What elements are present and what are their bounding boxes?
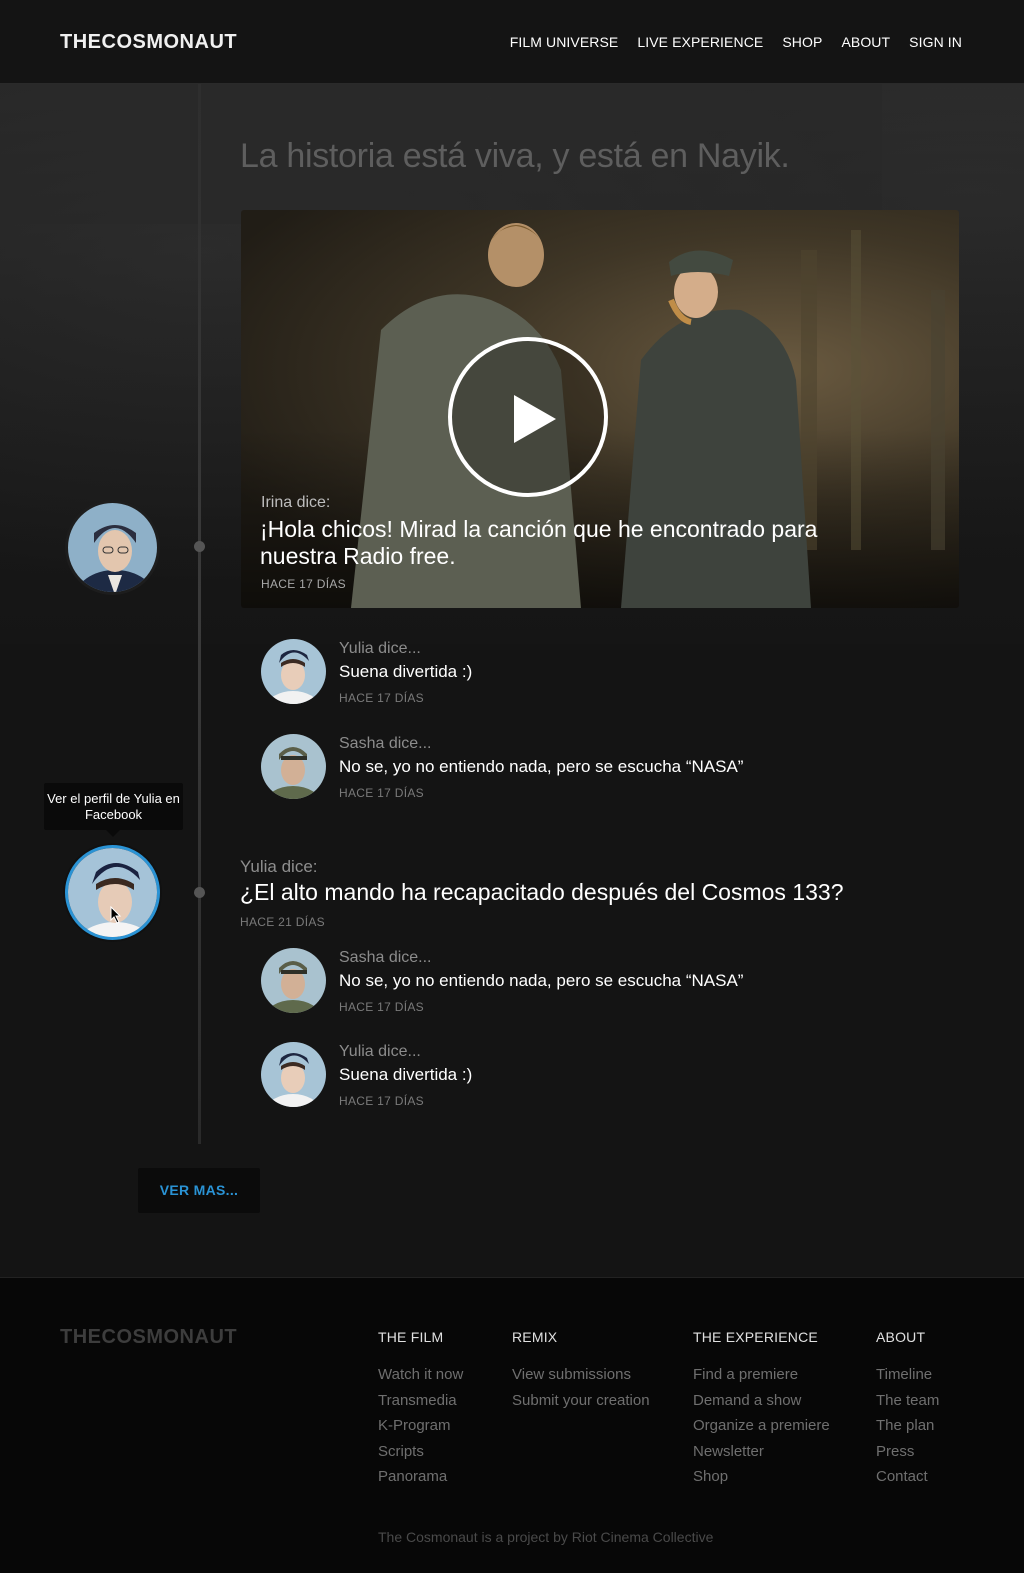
footer-column-about: ABOUT Timeline The team The plan Press C… <box>876 1329 939 1490</box>
comment-author: Sasha dice... <box>339 949 432 966</box>
avatar-yulia-large[interactable] <box>65 845 160 940</box>
avatar-irina[interactable] <box>65 500 160 595</box>
play-icon <box>514 395 556 443</box>
footer-link[interactable]: Transmedia <box>378 1388 463 1414</box>
avatar-image <box>68 848 157 937</box>
comment-timestamp: HACE 17 DÍAS <box>339 691 424 705</box>
post-timestamp: HACE 21 DÍAS <box>240 915 325 929</box>
timeline-dot <box>194 887 205 898</box>
footer-link[interactable]: Scripts <box>378 1439 463 1465</box>
avatar-yulia[interactable] <box>261 1042 326 1107</box>
footer-link[interactable]: Watch it now <box>378 1362 463 1388</box>
footer-link[interactable]: Contact <box>876 1464 939 1490</box>
footer-credit: The Cosmonaut is a project by Riot Cinem… <box>378 1529 714 1545</box>
footer-link[interactable]: The team <box>876 1388 939 1414</box>
footer-logo[interactable]: THECOSMONAUT <box>60 1326 237 1349</box>
play-button[interactable] <box>448 337 608 497</box>
post-timestamp: HACE 17 DÍAS <box>261 577 346 591</box>
comment-author: Yulia dice... <box>339 640 421 657</box>
avatar-yulia[interactable] <box>261 639 326 704</box>
facebook-profile-tooltip: Ver el perfil de Yulia en Facebook <box>44 783 183 837</box>
avatar-image <box>261 639 326 704</box>
footer-link[interactable]: Shop <box>693 1464 830 1490</box>
avatar-sasha[interactable] <box>261 734 326 799</box>
nav-shop[interactable]: SHOP <box>782 34 822 50</box>
footer-column-heading: THE EXPERIENCE <box>693 1329 818 1345</box>
comment-item: Yulia dice... Suena divertida :) HACE 17… <box>261 1042 901 1112</box>
comment-item: Yulia dice... Suena divertida :) HACE 17… <box>261 639 901 709</box>
footer-link[interactable]: Organize a premiere <box>693 1413 830 1439</box>
post-message: ¿El alto mando ha recapacitado después d… <box>240 879 844 905</box>
comment-item: Sasha dice... No se, yo no entiendo nada… <box>261 948 901 1018</box>
footer-column-the-experience: THE EXPERIENCE Find a premiere Demand a … <box>693 1329 830 1490</box>
site-logo[interactable]: THECOSMONAUT <box>60 31 237 54</box>
comment-item: Sasha dice... No se, yo no entiendo nada… <box>261 734 901 804</box>
footer-link[interactable]: Find a premiere <box>693 1362 830 1388</box>
site-header: THECOSMONAUT FILM UNIVERSE LIVE EXPERIEN… <box>0 0 1024 84</box>
footer-link[interactable]: Submit your creation <box>512 1388 650 1414</box>
comment-timestamp: HACE 17 DÍAS <box>339 1094 424 1108</box>
footer-column-heading: THE FILM <box>378 1329 444 1345</box>
post-message: ¡Hola chicos! Mirad la canción que he en… <box>260 516 818 569</box>
comment-text: Suena divertida :) <box>339 662 473 681</box>
avatar-image <box>261 734 326 799</box>
main-nav: FILM UNIVERSE LIVE EXPERIENCE SHOP ABOUT… <box>510 34 962 50</box>
footer-column-heading: ABOUT <box>876 1329 926 1345</box>
timeline-line <box>198 84 201 1144</box>
nav-film-universe[interactable]: FILM UNIVERSE <box>510 34 619 50</box>
comment-timestamp: HACE 17 DÍAS <box>339 786 424 800</box>
comment-author: Sasha dice... <box>339 735 432 752</box>
post-author: Irina dice: <box>261 494 331 511</box>
footer-column-remix: REMIX View submissions Submit your creat… <box>512 1329 650 1413</box>
footer-column-heading: REMIX <box>512 1329 558 1345</box>
comment-text: Suena divertida :) <box>339 1065 473 1084</box>
comment-text: No se, yo no entiendo nada, pero se escu… <box>339 757 744 776</box>
nav-live-experience[interactable]: LIVE EXPERIENCE <box>637 34 763 50</box>
avatar-image <box>261 948 326 1013</box>
footer-link[interactable]: Press <box>876 1439 939 1465</box>
timeline-dot <box>194 541 205 552</box>
footer-link[interactable]: K-Program <box>378 1413 463 1439</box>
comment-author: Yulia dice... <box>339 1043 421 1060</box>
page-headline: La historia está viva, y está en Nayik. <box>240 137 790 175</box>
footer-link[interactable]: Demand a show <box>693 1388 830 1414</box>
site-footer: THECOSMONAUT THE FILM Watch it now Trans… <box>0 1277 1024 1573</box>
comment-text: No se, yo no entiendo nada, pero se escu… <box>339 971 744 990</box>
avatar-sasha[interactable] <box>261 948 326 1013</box>
avatar-image <box>261 1042 326 1107</box>
footer-link[interactable]: Panorama <box>378 1464 463 1490</box>
comment-timestamp: HACE 17 DÍAS <box>339 1000 424 1014</box>
nav-about[interactable]: ABOUT <box>841 34 890 50</box>
footer-link[interactable]: Newsletter <box>693 1439 830 1465</box>
footer-link[interactable]: View submissions <box>512 1362 650 1388</box>
footer-link[interactable]: Timeline <box>876 1362 939 1388</box>
nav-sign-in[interactable]: SIGN IN <box>909 34 962 50</box>
mouse-cursor-icon <box>110 906 122 924</box>
post-author: Yulia dice: <box>240 857 318 876</box>
footer-link[interactable]: The plan <box>876 1413 939 1439</box>
video-post-card[interactable]: Irina dice: ¡Hola chicos! Mirad la canci… <box>241 210 959 608</box>
footer-column-the-film: THE FILM Watch it now Transmedia K-Progr… <box>378 1329 463 1490</box>
load-more-button[interactable]: VER MAS... <box>138 1168 260 1213</box>
